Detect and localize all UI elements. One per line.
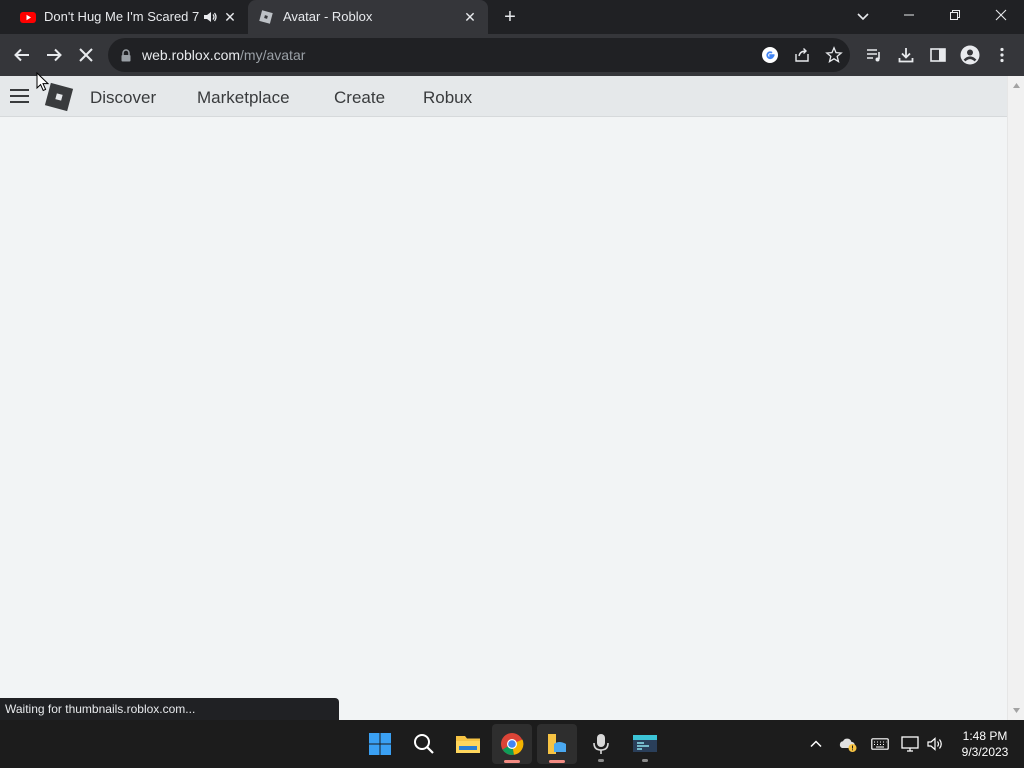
running-app-indicator [598, 759, 604, 762]
media-playlist-icon [867, 49, 880, 62]
chrome-icon [501, 733, 524, 755]
more-vertical-icon [1000, 47, 1004, 63]
microphone-app-button[interactable] [581, 724, 621, 764]
files-app-button[interactable] [537, 724, 577, 764]
scroll-down-arrow-icon[interactable] [1012, 706, 1021, 715]
back-arrow-icon [14, 48, 29, 62]
network-tray-button[interactable] [900, 734, 920, 754]
stop-icon [79, 48, 93, 62]
tab-title: Avatar - Roblox [283, 9, 373, 24]
google-lens-icon[interactable] [761, 46, 779, 64]
volume-icon [927, 737, 942, 751]
chrome-menu-button[interactable] [990, 43, 1014, 67]
profile-avatar-icon [960, 45, 980, 65]
media-control-button[interactable] [862, 43, 886, 67]
youtube-icon [20, 12, 36, 23]
page-viewport: Discover Marketplace Create Robux Waitin… [0, 76, 1024, 720]
nav-robux[interactable]: Robux [423, 88, 472, 108]
vertical-scrollbar[interactable] [1007, 76, 1024, 720]
nav-discover[interactable]: Discover [90, 88, 156, 108]
downloads-button[interactable] [894, 43, 918, 67]
share-icon[interactable] [793, 46, 811, 64]
side-panel-icon [930, 48, 946, 62]
cloud-warning-icon [839, 738, 857, 752]
menu-hamburger-icon[interactable] [10, 89, 30, 105]
download-icon [898, 48, 914, 63]
back-button[interactable] [10, 43, 34, 67]
windows-start-icon [369, 733, 391, 755]
status-bubble: Waiting for thumbnails.roblox.com... [0, 698, 339, 720]
terminal-app-icon [633, 735, 657, 752]
tab-roblox[interactable]: Avatar - Roblox ✕ [248, 0, 488, 34]
forward-arrow-icon [47, 48, 62, 62]
tab-search-icon[interactable] [853, 6, 873, 26]
show-hidden-icons-button[interactable] [806, 734, 826, 754]
url-domain: web.roblox.com [142, 47, 241, 63]
network-icon [901, 736, 919, 752]
keyboard-tray-button[interactable] [870, 734, 890, 754]
address-bar[interactable]: web.roblox.com/my/avatar [108, 38, 850, 72]
url-path: /my/avatar [240, 47, 306, 63]
windows-taskbar: 1:48 PM 9/3/2023 [0, 720, 1024, 768]
volume-tray-button[interactable] [925, 734, 945, 754]
bookmark-star-icon[interactable] [825, 46, 843, 64]
minimize-icon [904, 14, 914, 16]
folder-app-icon [548, 734, 566, 754]
search-icon [414, 734, 434, 754]
keyboard-icon [871, 738, 889, 750]
scroll-up-arrow-icon[interactable] [1012, 81, 1021, 90]
url-text: web.roblox.com/my/avatar [142, 47, 305, 63]
active-app-indicator [549, 760, 565, 763]
start-button[interactable] [360, 724, 400, 764]
tab-title: Don't Hug Me I'm Scared 7 - [44, 9, 200, 24]
taskbar-clock[interactable]: 1:48 PM 9/3/2023 [950, 728, 1020, 760]
close-window-button[interactable] [978, 0, 1024, 30]
nav-marketplace[interactable]: Marketplace [197, 88, 290, 108]
chevron-up-icon [810, 740, 822, 748]
speaker-icon[interactable] [202, 9, 218, 25]
roblox-header: Discover Marketplace Create Robux [0, 76, 1007, 117]
taskbar-search-button[interactable] [404, 724, 444, 764]
file-explorer-button[interactable] [448, 724, 488, 764]
roblox-icon [259, 10, 273, 24]
running-app-indicator [642, 759, 648, 762]
profile-button[interactable] [958, 43, 982, 67]
chrome-taskbar-button[interactable] [492, 724, 532, 764]
close-tab-icon[interactable]: ✕ [222, 9, 238, 25]
restore-icon [950, 10, 960, 20]
stop-loading-button[interactable] [74, 43, 98, 67]
tab-strip: Don't Hug Me I'm Scared 7 - ✕ Avatar - R… [0, 0, 1024, 34]
terminal-app-button[interactable] [625, 724, 665, 764]
clock-time: 1:48 PM [962, 729, 1008, 743]
forward-button[interactable] [42, 43, 66, 67]
new-tab-button[interactable]: + [499, 6, 521, 28]
microphone-app-icon [593, 734, 609, 754]
lock-icon[interactable] [120, 49, 132, 62]
tab-youtube[interactable]: Don't Hug Me I'm Scared 7 - ✕ [8, 0, 248, 34]
screen: Don't Hug Me I'm Scared 7 - ✕ Avatar - R… [0, 0, 1024, 768]
browser-toolbar: web.roblox.com/my/avatar [0, 34, 1024, 76]
mouse-cursor-icon [36, 72, 50, 92]
close-tab-icon[interactable]: ✕ [462, 9, 478, 25]
close-icon [995, 9, 1007, 21]
clock-date: 9/3/2023 [961, 745, 1009, 759]
minimize-button[interactable] [886, 0, 932, 30]
onedrive-tray-button[interactable] [838, 734, 858, 754]
restore-button[interactable] [932, 0, 978, 30]
active-app-indicator [504, 760, 520, 763]
file-explorer-icon [456, 736, 480, 753]
side-panel-button[interactable] [926, 43, 950, 67]
nav-create[interactable]: Create [334, 88, 385, 108]
